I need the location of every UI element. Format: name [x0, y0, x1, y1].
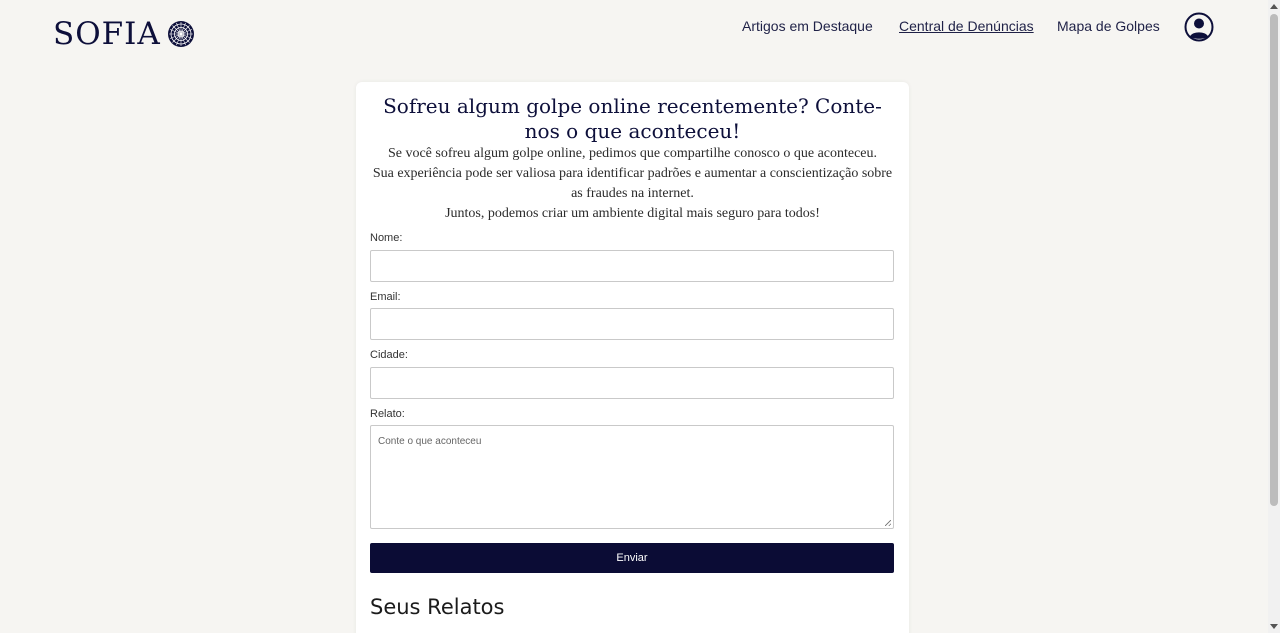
- mandala-icon: [167, 21, 194, 47]
- story-textarea[interactable]: Conte o que aconteceu: [370, 425, 894, 529]
- user-circle-icon[interactable]: [1184, 12, 1214, 42]
- intro-line: Sua experiência pode ser valiosa para id…: [372, 166, 893, 201]
- email-label: Email:: [370, 291, 401, 303]
- nav-link-artigos[interactable]: Artigos em Destaque: [742, 18, 873, 34]
- nav-link-central-denuncias[interactable]: Central de Denúncias: [899, 18, 1034, 34]
- city-label: Cidade:: [370, 349, 408, 361]
- submit-button[interactable]: Enviar: [370, 543, 894, 573]
- story-label: Relato:: [370, 408, 405, 420]
- nav-link-mapa-golpes[interactable]: Mapa de Golpes: [1057, 18, 1160, 34]
- report-title: Sofreu algum golpe online recentemente? …: [383, 94, 882, 143]
- name-field[interactable]: [370, 250, 894, 282]
- logo[interactable]: SOFIA: [53, 17, 195, 51]
- resize-grip-icon[interactable]: [885, 520, 891, 526]
- intro-line: Se você sofreu algum golpe online, pedim…: [387, 146, 878, 161]
- story-placeholder: Conte o que aconteceu: [378, 436, 482, 447]
- page: SOFIA Artigos em Destaque Central de Den…: [0, 0, 1280, 633]
- logo-text: SOFIA: [53, 16, 161, 52]
- city-field[interactable]: [370, 367, 894, 399]
- intro-line: Juntos, podemos criar um ambiente digita…: [445, 206, 820, 221]
- report-intro: Se você sofreu algum golpe online, pedim…: [370, 144, 895, 224]
- scrollbar[interactable]: [1268, 0, 1280, 633]
- report-card: Sofreu algum golpe online recentemente? …: [356, 82, 909, 633]
- scroll-down-icon[interactable]: [1270, 624, 1278, 629]
- name-label: Nome:: [370, 232, 403, 244]
- scroll-thumb[interactable]: [1270, 14, 1278, 506]
- email-field[interactable]: [370, 308, 894, 340]
- reports-section-title: Seus Relatos: [370, 595, 505, 619]
- scroll-up-icon[interactable]: [1270, 4, 1278, 9]
